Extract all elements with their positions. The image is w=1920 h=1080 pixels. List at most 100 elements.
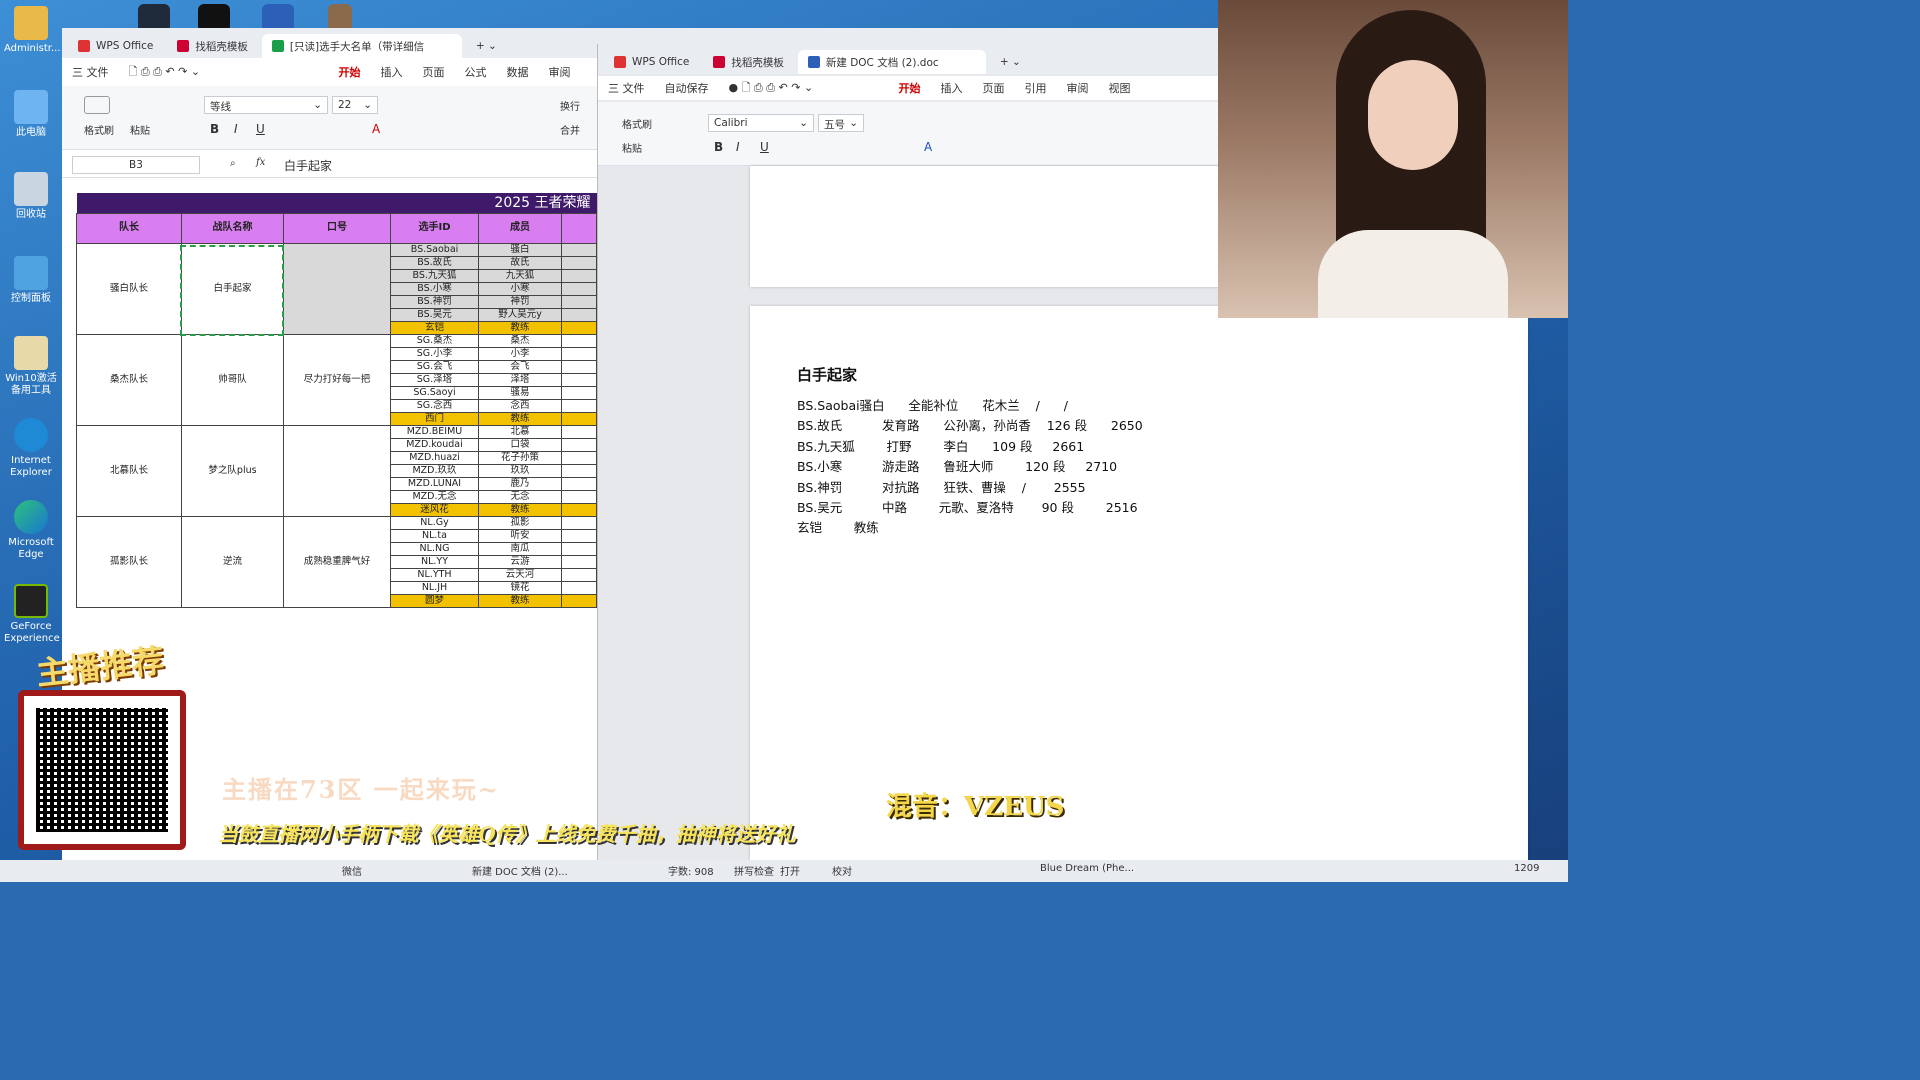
doc-line[interactable]: 玄铠 教练 — [797, 517, 879, 536]
member-cell[interactable]: 泽塔 — [478, 372, 562, 387]
player-id-cell[interactable]: BS.神罚 — [390, 294, 479, 309]
player-id-cell[interactable]: NL.NG — [390, 541, 479, 556]
doc-line[interactable]: BS.小寒 游走路 鲁班大师 120 段 2710 — [797, 456, 1117, 475]
team-slogan-cell[interactable] — [283, 242, 391, 335]
function-icon[interactable]: fx — [256, 157, 265, 168]
member-cell[interactable]: 无念 — [478, 489, 562, 504]
player-id-cell[interactable]: MZD.玖玖 — [390, 463, 479, 478]
member-cell[interactable]: 教练 — [478, 411, 562, 426]
doc-menu-page[interactable]: 页面 — [973, 80, 1015, 96]
desktop-icon-this-pc[interactable]: 此电脑 — [4, 90, 58, 139]
doc-tab-wps-office[interactable]: WPS Office — [604, 50, 699, 74]
member-cell[interactable]: 教练 — [478, 593, 562, 608]
doc-underline-button[interactable]: U — [760, 140, 769, 154]
doc-menu-references[interactable]: 引用 — [1015, 80, 1057, 96]
extra-cell[interactable] — [561, 541, 597, 556]
member-cell[interactable]: 念西 — [478, 398, 562, 413]
extra-cell[interactable] — [561, 242, 597, 257]
desktop-icon-win10-tool[interactable]: Win10激活备用工具 — [4, 336, 58, 397]
doc-font-color-button[interactable]: A — [924, 140, 932, 154]
doc-menu-view[interactable]: 视图 — [1099, 80, 1141, 96]
zoom-icon[interactable]: ⌕ — [230, 158, 236, 169]
member-cell[interactable]: 云游 — [478, 554, 562, 569]
desktop-icon-ie[interactable]: Internet Explorer — [4, 418, 58, 479]
player-id-cell[interactable]: MZD.无念 — [390, 489, 479, 504]
menu-page[interactable]: 页面 — [413, 64, 455, 80]
player-id-cell[interactable]: BS.吴元 — [390, 307, 479, 322]
player-id-cell[interactable]: MZD.huazi — [390, 450, 479, 465]
font-size-select[interactable]: 22 ⌄ — [332, 96, 378, 114]
player-id-cell[interactable]: SG.念西 — [390, 398, 479, 413]
taskbar-music[interactable]: Blue Dream (Phe... — [1040, 863, 1134, 874]
member-cell[interactable]: 野人吴元y — [478, 307, 562, 322]
qr-code-panel[interactable] — [18, 690, 186, 850]
player-id-cell[interactable]: NL.Gy — [390, 515, 479, 530]
autosave-toggle[interactable]: 自动保存 — [655, 80, 719, 96]
extra-cell[interactable] — [561, 463, 597, 478]
extra-cell[interactable] — [561, 476, 597, 491]
doc-font-name-select[interactable]: Calibri ⌄ — [708, 114, 814, 132]
wrap-button[interactable]: 换行 — [560, 98, 580, 113]
cell-reference-box[interactable]: B3 — [72, 156, 200, 174]
team-captain-cell[interactable]: 北慕队长 — [76, 424, 182, 517]
player-id-cell[interactable]: 迷风花 — [390, 502, 479, 517]
member-cell[interactable]: 云天河 — [478, 567, 562, 582]
underline-button[interactable]: U — [256, 122, 265, 136]
player-id-cell[interactable]: NL.YY — [390, 554, 479, 569]
member-cell[interactable]: 故氏 — [478, 255, 562, 270]
doc-line[interactable]: BS.神罚 对抗路 狂铁、曹操 / 2555 — [797, 477, 1086, 496]
proofread-button[interactable]: 校对 — [832, 863, 852, 878]
team-name-cell[interactable]: 梦之队plus — [181, 424, 284, 517]
formula-input[interactable]: 白手起家 — [284, 157, 332, 174]
font-color-button[interactable]: A — [372, 122, 380, 136]
member-cell[interactable]: 骚易 — [478, 385, 562, 400]
member-cell[interactable]: 教练 — [478, 502, 562, 517]
doc-menu-start[interactable]: 开始 — [889, 80, 931, 96]
team-slogan-cell[interactable]: 尽力打好每一把 — [283, 333, 391, 426]
player-id-cell[interactable]: SG.桑杰 — [390, 333, 479, 348]
desktop-icon-geforce[interactable]: GeForce Experience — [4, 584, 60, 645]
extra-cell[interactable] — [561, 294, 597, 309]
tab-sheet-file[interactable]: [只读]选手大名单（带详细信 — [261, 34, 462, 58]
doc-line[interactable]: BS.Saobai骚白 全能补位 花木兰 / / — [797, 395, 1068, 414]
menu-formula[interactable]: 公式 — [455, 64, 497, 80]
doc-page-2[interactable] — [750, 306, 1528, 862]
extra-cell[interactable] — [561, 489, 597, 504]
player-id-cell[interactable]: 西门 — [390, 411, 479, 426]
italic-button[interactable]: I — [234, 122, 238, 136]
member-cell[interactable]: 北慕 — [478, 424, 562, 439]
extra-cell[interactable] — [561, 424, 597, 439]
member-cell[interactable]: 玖玖 — [478, 463, 562, 478]
menu-file[interactable]: 三 文件 — [62, 64, 119, 80]
extra-cell[interactable] — [561, 450, 597, 465]
taskbar-doc[interactable]: 新建 DOC 文档 (2)... — [472, 863, 568, 878]
doc-format-painter[interactable]: 格式刷 — [622, 116, 652, 131]
extra-cell[interactable] — [561, 580, 597, 595]
team-slogan-cell[interactable]: 成熟稳重脾气好 — [283, 515, 391, 608]
team-captain-cell[interactable]: 桑杰队长 — [76, 333, 182, 426]
player-id-cell[interactable]: 圆梦 — [390, 593, 479, 608]
member-cell[interactable]: 听安 — [478, 528, 562, 543]
player-id-cell[interactable]: SG.会飞 — [390, 359, 479, 374]
desktop-icon-recycle-bin[interactable]: 回收站 — [4, 172, 58, 221]
member-cell[interactable]: 鹿乃 — [478, 476, 562, 491]
member-cell[interactable]: 口袋 — [478, 437, 562, 452]
menu-review[interactable]: 审阅 — [539, 64, 581, 80]
extra-cell[interactable] — [561, 307, 597, 322]
desktop-icon-edge[interactable]: Microsoft Edge — [4, 500, 58, 561]
member-cell[interactable]: 九天狐 — [478, 268, 562, 283]
paste-label[interactable]: 粘贴 — [130, 122, 150, 137]
font-name-select[interactable]: 等线 ⌄ — [204, 96, 328, 114]
desktop-icon-control-panel[interactable]: 控制面板 — [4, 256, 58, 305]
team-captain-cell[interactable]: 骚白队长 — [76, 242, 182, 335]
merge-button[interactable]: 合并 — [560, 122, 580, 137]
member-cell[interactable]: 小李 — [478, 346, 562, 361]
tab-template[interactable]: 找稻壳模板 — [167, 34, 258, 58]
extra-cell[interactable] — [561, 333, 597, 348]
extra-cell[interactable] — [561, 437, 597, 452]
team-name-cell[interactable]: 逆流 — [181, 515, 284, 608]
member-cell[interactable]: 骚白 — [478, 242, 562, 257]
extra-cell[interactable] — [561, 281, 597, 296]
extra-cell[interactable] — [561, 255, 597, 270]
doc-font-size-select[interactable]: 五号 ⌄ — [818, 114, 864, 132]
